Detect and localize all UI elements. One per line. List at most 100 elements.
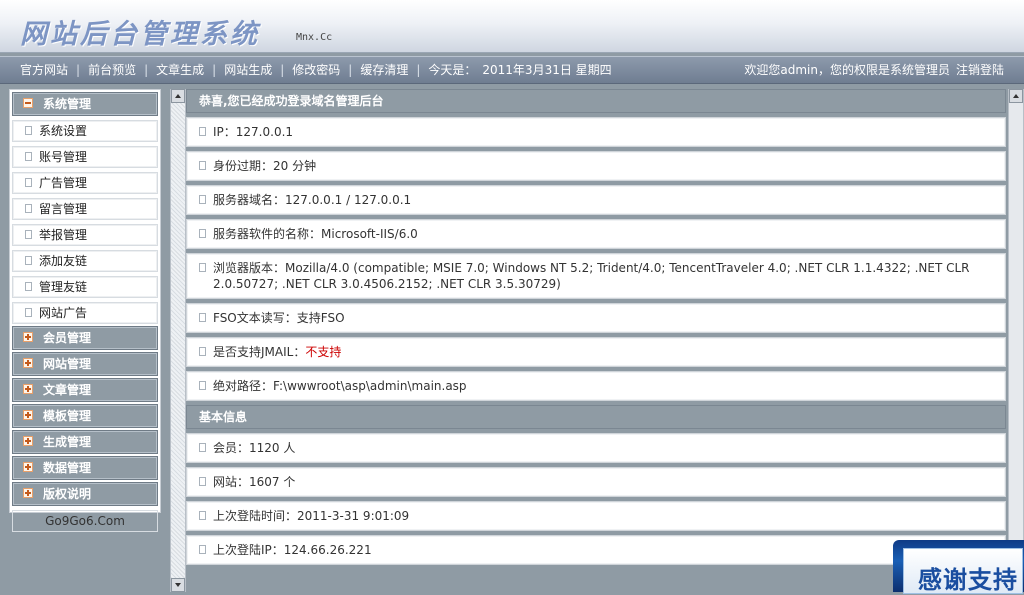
sidebar-category-data[interactable]: 数据管理 [12,456,158,480]
nav-official-site[interactable]: 官方网站 [20,63,68,77]
info-value: 127.0.0.1 / 127.0.0.1 [285,193,412,207]
main-content: 恭喜,您已经成功登录域名管理后台 IP：127.0.0.1 身份过期：20 分钟… [186,89,1006,565]
document-icon [25,178,32,187]
sidebar-item-label: 系统设置 [39,124,88,138]
logo-subtitle: Mnx.Cc [296,32,333,43]
info-row-fso: FSO文本读写：支持FSO [186,303,1006,333]
sidebar-item-ads[interactable]: 广告管理 [12,172,158,194]
category-label: 生成管理 [43,435,92,449]
info-row-ip: IP：127.0.0.1 [186,117,1006,147]
sidebar-category-sites[interactable]: 网站管理 [12,352,158,376]
sidebar-category-generate[interactable]: 生成管理 [12,430,158,454]
category-label: 会员管理 [43,331,92,345]
document-icon [25,282,32,291]
header-banner: 网站后台管理系统 Mnx.Cc [0,0,1024,53]
nav-article-generate[interactable]: 文章生成 [156,63,204,77]
document-icon [199,263,206,272]
document-icon [199,195,206,204]
basic-info-title: 基本信息 [186,405,1006,429]
sidebar-category-members[interactable]: 会员管理 [12,326,158,350]
sidebar-footer-link[interactable]: Go9Go6.Com [12,510,158,532]
document-icon [199,545,206,554]
nav-links: 官方网站 | 前台预览 | 文章生成 | 网站生成 | 修改密码 | 缓存清理 | 今天是： 2011年3… [20,57,612,83]
nav-separator: | [76,63,81,77]
nav-separator: | [348,63,353,77]
info-label: 是否支持JMAIL： [213,345,306,359]
thanks-badge[interactable]: 感谢支持 [893,540,1024,594]
sidebar-item-site-ads[interactable]: 网站广告 [12,302,158,324]
sidebar-category-templates[interactable]: 模板管理 [12,404,158,428]
logout-link[interactable]: 注销登陆 [956,63,1004,77]
sidebar-item-messages[interactable]: 留言管理 [12,198,158,220]
main-scrollbar[interactable] [1008,89,1024,540]
info-value: 2011-3-31 9:01:09 [297,509,410,523]
document-icon [199,127,206,136]
category-label: 文章管理 [43,383,92,397]
sidebar-item-system-settings[interactable]: 系统设置 [12,120,158,142]
scroll-up-button[interactable] [1009,89,1023,103]
document-icon [199,229,206,238]
nav-preview[interactable]: 前台预览 [88,63,136,77]
document-icon [25,308,32,317]
sidebar-menu: 系统管理 系统设置 账号管理 广告管理 留言管理 举报管理 添加友链 管理友链 … [9,89,161,532]
date-label: 今天是： [428,63,477,77]
nav-clear-cache[interactable]: 缓存清理 [360,63,408,77]
info-value: 1120 人 [249,441,296,455]
info-label: 绝对路径： [213,379,274,393]
badge-text: 感谢支持 [918,566,1018,594]
arrow-up-icon [1013,94,1019,98]
category-label: 网站管理 [43,357,92,371]
sidebar-item-add-friend-link[interactable]: 添加友链 [12,250,158,272]
expand-icon [23,462,33,472]
sidebar-item-label: 举报管理 [39,228,88,242]
expand-icon [23,410,33,420]
document-icon [199,511,206,520]
jmail-status-value: 不支持 [305,345,342,359]
nav-separator: | [280,63,285,77]
sidebar-category-system[interactable]: 系统管理 [12,92,158,116]
sidebar-item-accounts[interactable]: 账号管理 [12,146,158,168]
info-value: Mozilla/4.0 (compatible; MSIE 7.0; Windo… [213,261,970,291]
document-icon [199,347,206,356]
info-value: Microsoft-IIS/6.0 [321,227,418,241]
info-label: FSO文本读写： [213,311,297,325]
sidebar-category-copyright[interactable]: 版权说明 [12,482,158,506]
info-row-jmail: 是否支持JMAIL：不支持 [186,337,1006,367]
info-row-server-software: 服务器软件的名称：Microsoft-IIS/6.0 [186,219,1006,249]
expand-icon [23,332,33,342]
info-row-path: 绝对路径：F:\wwwroot\asp\admin\main.asp [186,371,1006,401]
expand-icon [23,358,33,368]
expand-icon [23,436,33,446]
category-label: 版权说明 [43,487,92,501]
info-label: IP： [213,125,236,139]
sidebar-item-label: 账号管理 [39,150,88,164]
info-row-server-domain: 服务器域名：127.0.0.1 / 127.0.0.1 [186,185,1006,215]
sidebar-scrollbar[interactable] [170,89,186,592]
expand-icon [23,384,33,394]
arrow-down-icon [175,583,181,587]
document-icon [199,381,206,390]
info-row-expire: 身份过期：20 分钟 [186,151,1006,181]
nav-site-generate[interactable]: 网站生成 [224,63,272,77]
info-row-members: 会员：1120 人 [186,433,1006,463]
nav-separator: | [212,63,217,77]
document-icon [199,313,206,322]
info-label: 服务器软件的名称： [213,227,322,241]
info-row-browser: 浏览器版本：Mozilla/4.0 (compatible; MSIE 7.0;… [186,253,1006,299]
category-label: 数据管理 [43,461,92,475]
info-row-sites: 网站：1607 个 [186,467,1006,497]
info-label: 上次登陆时间： [213,509,298,523]
info-label: 身份过期： [213,159,274,173]
scroll-up-button[interactable] [171,89,185,103]
document-icon [25,256,32,265]
sidebar-item-reports[interactable]: 举报管理 [12,224,158,246]
sidebar-item-label: 广告管理 [39,176,88,190]
info-label: 会员： [213,441,250,455]
welcome-title: 恭喜,您已经成功登录域名管理后台 [186,89,1006,113]
scroll-down-button[interactable] [171,578,185,592]
nav-change-password[interactable]: 修改密码 [292,63,340,77]
sidebar-item-label: 添加友链 [39,254,88,268]
sidebar-category-articles[interactable]: 文章管理 [12,378,158,402]
sidebar-item-manage-friend-links[interactable]: 管理友链 [12,276,158,298]
sidebar-item-label: 网站广告 [39,306,88,320]
